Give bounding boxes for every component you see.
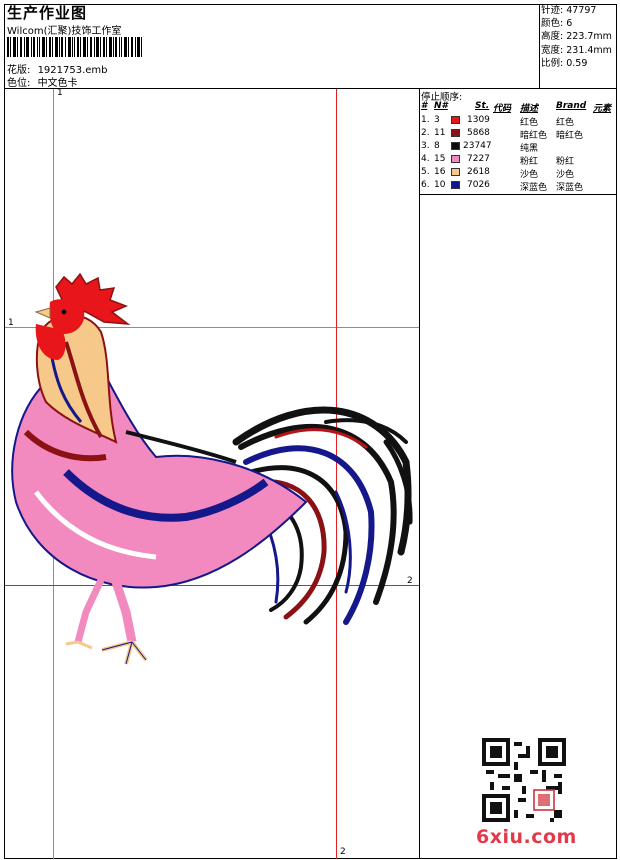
rooster-embroidery-image <box>11 272 413 665</box>
color-swatch <box>451 116 460 124</box>
watermark-brand: 6xiu.com <box>476 826 577 848</box>
col-header-stitches: St. <box>475 101 490 111</box>
color-swatch <box>451 142 460 150</box>
col-header-desc: 描述 <box>520 104 539 114</box>
studio-name: Wilcom(汇聚)技饰工作室 <box>7 26 122 37</box>
barcode <box>7 37 142 57</box>
color-swatch <box>451 155 460 163</box>
sequence-row: 5. 16 2618 沙色 沙色 <box>421 167 575 180</box>
stat-height: 高度: 223.7mm <box>541 31 612 43</box>
color-swatch <box>451 168 460 176</box>
col-header-element: 元素 <box>593 104 612 114</box>
sequence-row: 2. 11 5868 暗红色 暗红色 <box>421 128 584 141</box>
stat-scale: 比例: 0.59 <box>541 57 588 69</box>
col-header-order: # <box>421 101 428 111</box>
color-card-line: 色位: 中文色卡 <box>7 74 78 89</box>
color-swatch <box>451 129 460 137</box>
sequence-row: 4. 15 7227 粉红 粉红 <box>421 154 575 167</box>
col-header-code: 代码 <box>493 104 512 114</box>
guide-label-v2: 2 <box>340 847 346 857</box>
qr-code <box>482 738 566 822</box>
sequence-row: 1. 3 1309 红色 红色 <box>421 115 575 128</box>
color-swatch <box>451 181 460 189</box>
col-header-brand: Brand <box>556 101 587 111</box>
color-label: 色位: <box>7 78 31 89</box>
design-stats: 针迹: 47797 颜色: 6 高度: 223.7mm 宽度: 231.4mm … <box>541 4 612 70</box>
col-header-needle: N# <box>434 101 448 111</box>
stat-stitches: 针迹: 47797 <box>541 5 597 16</box>
page-title: 生产作业图 <box>7 4 88 22</box>
stat-colors: 颜色: 6 <box>541 18 573 30</box>
guide-label-v1: 1 <box>57 88 63 98</box>
sequence-row: 3. 8 23747 纯黑 <box>421 141 539 154</box>
sequence-row: 6. 10 7026 深蓝色 深蓝色 <box>421 180 584 193</box>
stat-width: 宽度: 231.4mm <box>541 44 612 56</box>
